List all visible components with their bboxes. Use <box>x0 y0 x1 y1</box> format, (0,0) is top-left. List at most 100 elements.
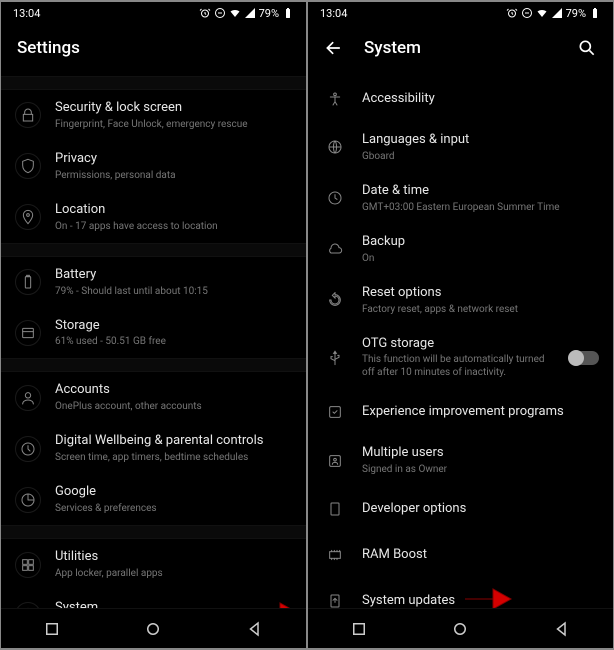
item-subtitle: 61% used - 50.51 GB free <box>55 335 292 348</box>
item-subtitle: Screen time, app timers, bedtime schedul… <box>55 451 292 464</box>
list-item-system[interactable]: System Language & keyboard, time, reset,… <box>1 590 306 608</box>
item-subtitle: On <box>362 252 599 265</box>
item-title: OTG storage <box>362 336 555 353</box>
users-icon <box>322 448 348 474</box>
list-item-privacy[interactable]: Privacy Permissions, personal data <box>1 141 306 192</box>
reset-icon <box>322 287 348 313</box>
status-right: 79% <box>199 7 294 20</box>
list-item-backup[interactable]: Backup On <box>308 224 613 275</box>
page-title: Settings <box>17 38 80 58</box>
list-item-otg-storage[interactable]: OTG storage This function will be automa… <box>308 326 613 390</box>
gear-icon <box>15 602 41 608</box>
list-item-storage[interactable]: Storage 61% used - 50.51 GB free <box>1 308 306 359</box>
system-screen: 13:04 79% System Accessibility Lan <box>308 2 613 648</box>
item-title: Storage <box>55 318 292 335</box>
item-title: RAM Boost <box>362 547 599 564</box>
item-title: Reset options <box>362 285 599 302</box>
nav-bar <box>1 608 306 648</box>
item-title: Accessibility <box>362 91 599 108</box>
item-subtitle: Fingerprint, Face Unlock, emergency resc… <box>55 118 292 131</box>
item-title: Accounts <box>55 382 292 399</box>
battery-icon <box>282 7 294 19</box>
list-item-location[interactable]: Location On - 17 apps have access to loc… <box>1 192 306 243</box>
status-time: 13:04 <box>320 7 347 20</box>
item-subtitle: Factory reset, apps & network reset <box>362 303 599 316</box>
search-icon[interactable] <box>577 38 597 58</box>
item-title: Utilities <box>55 549 292 566</box>
signal-icon <box>551 7 563 19</box>
shield-icon <box>15 153 41 179</box>
status-time: 13:04 <box>13 7 40 20</box>
system-list[interactable]: Accessibility Languages & input Gboard D… <box>308 76 613 608</box>
item-title: Date & time <box>362 183 599 200</box>
item-title: Backup <box>362 234 599 251</box>
status-bar: 13:04 79% <box>308 2 613 24</box>
google-icon <box>15 487 41 513</box>
highlight-arrow <box>250 598 300 608</box>
item-title: Location <box>55 202 292 219</box>
item-subtitle: Permissions, personal data <box>55 169 292 182</box>
list-item-experience-improvement-programs[interactable]: Experience improvement programs <box>308 389 613 435</box>
status-bar: 13:04 79% <box>1 2 306 24</box>
list-item-languages-input[interactable]: Languages & input Gboard <box>308 122 613 173</box>
item-subtitle: This function will be automatically turn… <box>362 353 555 379</box>
item-title: Google <box>55 484 292 501</box>
list-item-multiple-users[interactable]: Multiple users Signed in as Owner <box>308 435 613 486</box>
list-item-developer-options[interactable]: Developer options <box>308 486 613 532</box>
item-subtitle: Gboard <box>362 150 599 163</box>
list-item-accounts[interactable]: Accounts OnePlus account, other accounts <box>1 372 306 423</box>
list-item-reset-options[interactable]: Reset options Factory reset, apps & netw… <box>308 275 613 326</box>
item-title: Security & lock screen <box>55 100 292 117</box>
storage-icon <box>15 320 41 346</box>
settings-list[interactable]: Security & lock screen Fingerprint, Face… <box>1 76 306 608</box>
list-item-battery[interactable]: Battery 79% - Should last until about 10… <box>1 257 306 308</box>
item-subtitle: OnePlus account, other accounts <box>55 400 292 413</box>
nav-back-icon[interactable] <box>553 620 571 638</box>
header: Settings <box>1 24 306 76</box>
pin-icon <box>15 204 41 230</box>
page-title: System <box>364 38 421 58</box>
header: System <box>308 24 613 76</box>
list-item-system-updates[interactable]: System updates <box>308 578 613 608</box>
list-item-utilities[interactable]: Utilities App locker, parallel apps <box>1 539 306 590</box>
list-item-accessibility[interactable]: Accessibility <box>308 76 613 122</box>
item-subtitle: Signed in as Owner <box>362 463 599 476</box>
battery-icon <box>589 7 601 19</box>
item-title: Digital Wellbeing & parental controls <box>55 433 292 450</box>
nav-recent-icon[interactable] <box>43 620 61 638</box>
ram-icon <box>322 542 348 568</box>
battery-pct: 79% <box>566 7 586 20</box>
item-title: Battery <box>55 267 292 284</box>
back-icon[interactable] <box>324 38 344 58</box>
item-subtitle: On - 17 apps have access to location <box>55 220 292 233</box>
list-item-ram-boost[interactable]: RAM Boost <box>308 532 613 578</box>
item-title: Privacy <box>55 151 292 168</box>
battery-icon <box>15 269 41 295</box>
list-item-security-lock-screen[interactable]: Security & lock screen Fingerprint, Face… <box>1 90 306 141</box>
item-title: Multiple users <box>362 445 599 462</box>
wellbeing-icon <box>15 436 41 462</box>
battery-pct: 79% <box>259 7 279 20</box>
nav-home-icon[interactable] <box>451 620 469 638</box>
usb-icon <box>322 345 348 371</box>
otg-toggle[interactable] <box>569 351 599 365</box>
item-title: Developer options <box>362 501 599 518</box>
accessibility-icon <box>322 86 348 112</box>
dnd-icon <box>521 7 533 19</box>
settings-screen: 13:04 79% Settings Security & lock scree… <box>1 2 306 648</box>
item-subtitle: Services & preferences <box>55 502 292 515</box>
list-item-google[interactable]: Google Services & preferences <box>1 474 306 525</box>
signal-icon <box>244 7 256 19</box>
item-subtitle: GMT+03:00 Eastern European Summer Time <box>362 201 599 214</box>
utilities-icon <box>15 552 41 578</box>
globe-icon <box>322 134 348 160</box>
highlight-arrow <box>463 584 513 608</box>
list-item-digital-wellbeing-parental-controls[interactable]: Digital Wellbeing & parental controls Sc… <box>1 423 306 474</box>
list-item-date-time[interactable]: Date & time GMT+03:00 Eastern European S… <box>308 173 613 224</box>
nav-bar <box>308 608 613 648</box>
nav-recent-icon[interactable] <box>350 620 368 638</box>
dev-icon <box>322 496 348 522</box>
nav-home-icon[interactable] <box>144 620 162 638</box>
nav-back-icon[interactable] <box>246 620 264 638</box>
item-title: Languages & input <box>362 132 599 149</box>
